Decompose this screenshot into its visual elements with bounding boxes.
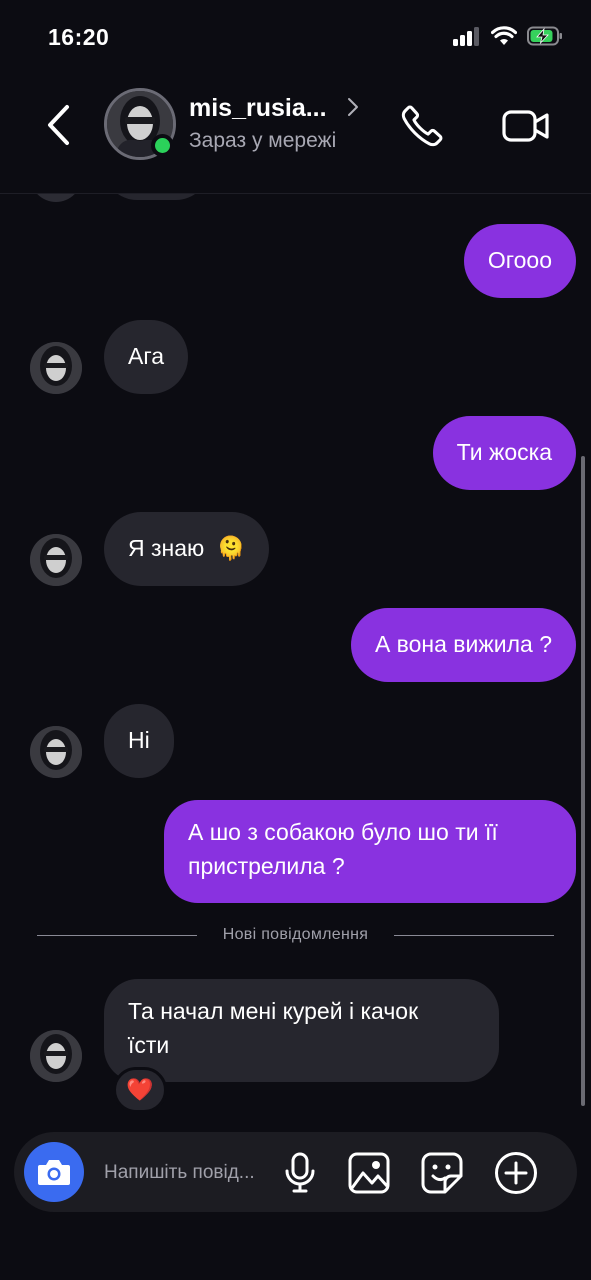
message-text: Ти жоска bbox=[456, 439, 552, 465]
avatar-photo bbox=[30, 726, 82, 778]
message-text-line: А шо з собакою було шо ти її bbox=[188, 819, 498, 845]
avatar[interactable] bbox=[30, 1030, 82, 1082]
message-text-line: їсти bbox=[128, 1032, 170, 1058]
status-bar: 16:20 bbox=[0, 0, 591, 72]
message-text-line: пристрелила ? bbox=[188, 853, 345, 879]
status-icons bbox=[453, 26, 563, 46]
gallery-button[interactable] bbox=[346, 1150, 392, 1196]
plus-circle-icon bbox=[495, 1152, 537, 1194]
contact-username[interactable]: mis_rusia... bbox=[189, 94, 327, 123]
message-input[interactable] bbox=[104, 1158, 269, 1188]
avatar-photo bbox=[30, 534, 82, 586]
message-text: Огооо bbox=[487, 247, 552, 273]
camera-button[interactable] bbox=[24, 1142, 84, 1202]
avatar bbox=[30, 194, 82, 202]
avatar[interactable] bbox=[30, 342, 82, 394]
chat-header: mis_rusia... Зараз у мережі bbox=[0, 72, 591, 194]
signal-icon bbox=[453, 27, 479, 46]
camera-icon bbox=[38, 1160, 70, 1185]
back-button[interactable] bbox=[38, 100, 78, 150]
melting-face-emoji: 🫠 bbox=[216, 535, 246, 561]
microphone-icon bbox=[285, 1152, 315, 1193]
phone-icon bbox=[401, 105, 443, 147]
heart-icon: ❤️ bbox=[126, 1077, 154, 1102]
outgoing-message[interactable]: Ти жоска bbox=[432, 416, 576, 490]
voice-message-button[interactable] bbox=[277, 1150, 323, 1196]
video-camera-icon bbox=[502, 110, 549, 142]
incoming-message[interactable]: Ні bbox=[104, 704, 174, 778]
outgoing-message[interactable]: А вона вижила ? bbox=[350, 608, 576, 682]
status-time: 16:20 bbox=[48, 24, 110, 50]
online-status: Зараз у мережі bbox=[189, 129, 337, 152]
sticker-icon bbox=[421, 1152, 463, 1194]
avatar-photo bbox=[30, 1030, 82, 1082]
message-text-line: Та начал мені курей і качок bbox=[128, 998, 419, 1024]
message-text: Я знаю bbox=[128, 535, 205, 561]
audio-call-button[interactable] bbox=[396, 100, 448, 152]
more-options-button[interactable] bbox=[493, 1150, 539, 1196]
chevron-right-icon[interactable] bbox=[346, 96, 360, 118]
incoming-message[interactable]: Я знаю 🫠 bbox=[104, 512, 270, 586]
message-text: А вона вижила ? bbox=[374, 631, 552, 657]
message-list[interactable]: Огооо Ага Ти жоска Я знаю 🫠 А вона вижил… bbox=[0, 194, 591, 1130]
battery-charging-icon bbox=[527, 26, 562, 46]
online-indicator bbox=[151, 134, 174, 157]
message-text: Ага bbox=[128, 343, 165, 369]
incoming-message[interactable]: Та начал мені курей і качок їсти bbox=[104, 979, 499, 1082]
scrollbar[interactable] bbox=[581, 456, 585, 1106]
message-bubble-cutoff bbox=[104, 194, 209, 200]
outgoing-message[interactable]: А шо з собакою було шо ти її пристрелила… bbox=[164, 800, 576, 903]
heart-reaction[interactable]: ❤️ bbox=[113, 1067, 167, 1113]
image-icon bbox=[348, 1152, 390, 1194]
incoming-message[interactable]: Ага bbox=[104, 320, 189, 394]
outgoing-message[interactable]: Огооо bbox=[463, 224, 576, 298]
divider-line bbox=[394, 935, 554, 936]
wifi-icon bbox=[491, 26, 517, 45]
chevron-left-icon bbox=[48, 105, 69, 145]
video-call-button[interactable] bbox=[498, 100, 554, 152]
message-text: Ні bbox=[128, 727, 150, 753]
avatar-photo bbox=[30, 342, 82, 394]
message-composer bbox=[14, 1132, 577, 1212]
sticker-button[interactable] bbox=[419, 1150, 465, 1196]
new-messages-divider: Нові повідомлення bbox=[37, 923, 554, 947]
avatar[interactable] bbox=[30, 534, 82, 586]
avatar[interactable] bbox=[30, 726, 82, 778]
